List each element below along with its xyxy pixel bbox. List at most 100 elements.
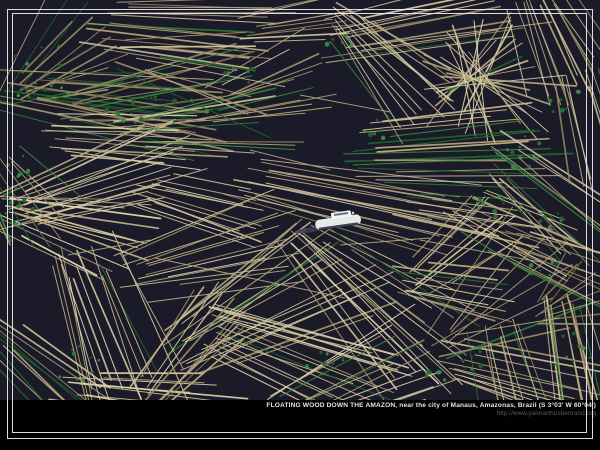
vegetation-dot bbox=[322, 361, 327, 366]
vegetation-dot bbox=[331, 361, 334, 364]
vegetation-dot bbox=[58, 44, 60, 46]
caption-url: http://www.yannarthusbertrand.org bbox=[0, 410, 600, 418]
vegetation-dot bbox=[183, 120, 185, 122]
vegetation-dot bbox=[14, 55, 17, 58]
vegetation-dot bbox=[66, 92, 70, 96]
vegetation-dot bbox=[497, 195, 501, 199]
vegetation-dot bbox=[463, 366, 465, 368]
vegetation-dot bbox=[363, 130, 366, 133]
vegetation-dot bbox=[551, 261, 554, 264]
vegetation-dot bbox=[573, 365, 575, 367]
vegetation-dot bbox=[59, 375, 62, 378]
vegetation-dot bbox=[470, 356, 473, 359]
vegetation-dot bbox=[518, 156, 522, 160]
vegetation-dot bbox=[319, 351, 323, 355]
vegetation-dot bbox=[460, 358, 462, 360]
vegetation-dot bbox=[97, 359, 100, 362]
vegetation-dot bbox=[548, 225, 552, 229]
vegetation-dot bbox=[534, 274, 536, 276]
vegetation-dot bbox=[482, 201, 485, 204]
vegetation-dot bbox=[515, 164, 519, 168]
vegetation-dot bbox=[341, 41, 344, 44]
vegetation-dot bbox=[539, 270, 541, 272]
vegetation-dot bbox=[305, 364, 309, 368]
vegetation-dot bbox=[151, 97, 153, 99]
vegetation-dot bbox=[380, 129, 383, 132]
vegetation-dot bbox=[581, 346, 585, 350]
vegetation-dot bbox=[589, 357, 591, 359]
vegetation-dot bbox=[16, 204, 20, 208]
vegetation-dot bbox=[60, 86, 63, 89]
vegetation-dot bbox=[565, 108, 567, 110]
vegetation-dot bbox=[524, 135, 526, 137]
vegetation-dot bbox=[551, 221, 553, 223]
vegetation-dot bbox=[139, 117, 144, 122]
vegetation-dot bbox=[537, 141, 541, 145]
vegetation-dot bbox=[479, 350, 482, 353]
vegetation-dot bbox=[538, 219, 542, 223]
vegetation-dot bbox=[494, 215, 498, 219]
vegetation-dot bbox=[554, 272, 556, 274]
vegetation-dot bbox=[527, 165, 531, 169]
vegetation-dot bbox=[247, 70, 250, 73]
vegetation-dot bbox=[326, 352, 329, 355]
vegetation-dot bbox=[559, 216, 563, 220]
vegetation-dot bbox=[501, 200, 503, 202]
vegetation-dot bbox=[134, 122, 136, 124]
log bbox=[120, 46, 255, 47]
vegetation-dot bbox=[185, 111, 188, 114]
vegetation-dot bbox=[349, 44, 353, 48]
vegetation-dot bbox=[155, 99, 157, 101]
vegetation-dot bbox=[25, 62, 29, 66]
vegetation-dot bbox=[71, 349, 73, 351]
vegetation-dot bbox=[205, 109, 210, 114]
vegetation-dot bbox=[115, 111, 120, 116]
vegetation-dot bbox=[476, 202, 478, 204]
vegetation-dot bbox=[425, 375, 428, 378]
vegetation-dot bbox=[492, 209, 497, 214]
vegetation-dot bbox=[478, 346, 482, 350]
vegetation-dot bbox=[172, 98, 177, 103]
vegetation-dot bbox=[585, 330, 587, 332]
vegetation-dot bbox=[82, 378, 85, 381]
vegetation-dot bbox=[510, 150, 515, 155]
vegetation-dot bbox=[560, 98, 563, 101]
vegetation-dot bbox=[5, 212, 7, 214]
wallpaper: FLOATING WOOD DOWN THE AMAZON, near the … bbox=[0, 0, 600, 450]
vegetation-dot bbox=[232, 67, 235, 70]
vegetation-dot bbox=[172, 121, 174, 123]
vegetation-dot bbox=[555, 262, 559, 266]
vegetation-dot bbox=[561, 335, 564, 338]
vegetation-dot bbox=[17, 94, 20, 97]
vegetation-dot bbox=[354, 37, 356, 39]
vegetation-dot bbox=[572, 360, 574, 362]
vegetation-dot bbox=[78, 345, 81, 348]
vegetation-dot bbox=[381, 136, 386, 141]
vegetation-dot bbox=[130, 113, 132, 115]
vegetation-dot bbox=[341, 355, 344, 358]
vegetation-dot bbox=[478, 199, 482, 203]
vegetation-dot bbox=[572, 332, 576, 336]
vegetation-dot bbox=[462, 361, 464, 363]
vegetation-dot bbox=[72, 351, 77, 356]
vegetation-dot bbox=[27, 96, 30, 99]
vegetation-dot bbox=[58, 63, 62, 67]
vegetation-dot bbox=[376, 119, 378, 121]
vegetation-dot bbox=[373, 132, 376, 135]
vegetation-dot bbox=[550, 364, 552, 366]
vegetation-dot bbox=[325, 42, 330, 47]
vegetation-dot bbox=[496, 153, 498, 155]
vegetation-dot bbox=[529, 263, 534, 268]
vegetation-dot bbox=[576, 90, 580, 94]
vegetation-dot bbox=[49, 84, 53, 88]
vegetation-dot bbox=[104, 108, 109, 113]
vegetation-dot bbox=[479, 364, 484, 369]
vegetation-dot bbox=[157, 116, 161, 120]
vegetation-dot bbox=[506, 148, 509, 151]
vegetation-dot bbox=[264, 81, 267, 84]
vegetation-dot bbox=[543, 215, 547, 219]
vegetation-dot bbox=[348, 39, 350, 41]
vegetation-dot bbox=[22, 199, 26, 203]
vegetation-dot bbox=[328, 363, 330, 365]
vegetation-dot bbox=[560, 108, 565, 113]
